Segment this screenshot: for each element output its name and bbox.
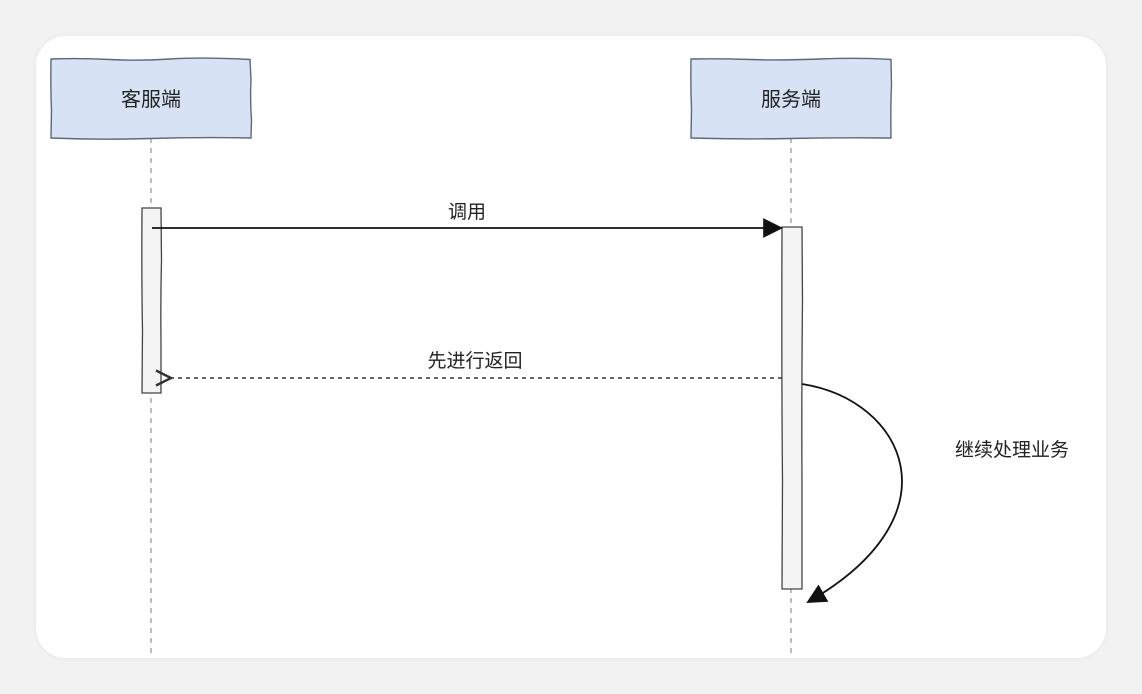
participant-server[interactable]: 服务端 <box>690 57 893 140</box>
message-early-return-label: 先进行返回 <box>427 350 522 372</box>
message-early-return[interactable]: 先进行返回 <box>171 350 782 378</box>
message-call[interactable]: 调用 <box>152 201 783 238</box>
participant-server-label: 服务端 <box>761 87 821 111</box>
message-call-label: 调用 <box>448 201 486 223</box>
participant-client-label: 客服端 <box>121 87 181 111</box>
client-activation-bar <box>141 207 163 394</box>
message-continue-processing[interactable]: 继续处理业务 <box>801 383 1069 603</box>
sequence-diagram: 客服端 服务端 调用 先进行返回 继续处理业务 <box>50 57 1069 658</box>
message-continue-label: 继续处理业务 <box>955 439 1069 461</box>
participant-client[interactable]: 客服端 <box>50 57 253 140</box>
server-activation-bar <box>781 226 804 590</box>
message-continue-arrow <box>801 383 903 603</box>
